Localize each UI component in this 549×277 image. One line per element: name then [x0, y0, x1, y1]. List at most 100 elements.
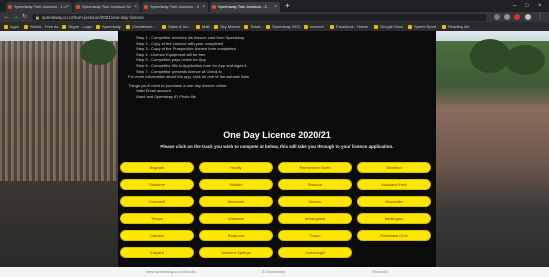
bookmark-icon	[408, 24, 412, 29]
extension-icon[interactable]	[494, 14, 500, 20]
reload-icon[interactable]: ↻	[22, 12, 27, 22]
track-button-huntly[interactable]: Huntly	[199, 162, 273, 173]
licence-panel: Step 1 - Competitor receives his licence…	[118, 31, 436, 267]
bookmark[interactable]: Apps	[4, 22, 19, 31]
browser-tab-active[interactable]: Speedway Tom Jackson - 2 ×	[210, 2, 280, 12]
bookmark[interactable]: Sched - Free Ac..	[24, 22, 61, 31]
track-button-ruapuna[interactable]: Ruapuna	[199, 230, 273, 241]
browser-tab-strip: Speedway Tom Jackson - 1:1 × Speedway To…	[0, 0, 549, 12]
page-content: Step 1 - Competitor receives his licence…	[0, 31, 549, 267]
extension-icon[interactable]	[504, 14, 510, 20]
track-button-oamaru[interactable]: Oamaru	[120, 230, 194, 241]
bookmark-icon	[96, 24, 100, 29]
bookmark[interactable]: Cheatsheet ...	[126, 22, 157, 31]
menu-icon[interactable]: ⋮	[537, 12, 543, 22]
tab-title: Speedway Tom Jackson - 2	[218, 4, 267, 9]
bookmark-icon	[330, 24, 334, 29]
tab-title: Speedway Tom Jackson - 1:1	[14, 4, 67, 9]
track-button-baypark[interactable]: Baypark	[120, 162, 194, 173]
background-photo-fence	[0, 181, 118, 267]
lock-icon: 🔒	[35, 14, 40, 20]
track-button-kihikihi[interactable]: Kihikihi	[199, 179, 273, 190]
background-tree	[80, 39, 116, 65]
show-all-link[interactable]: Show All	[372, 267, 387, 277]
bookmark[interactable]: Sky Motors	[214, 22, 240, 31]
maximize-icon[interactable]: □	[525, 0, 529, 12]
track-button-invercargill[interactable]: Invercargill	[278, 247, 352, 258]
track-button-whanganui[interactable]: Whanganui	[278, 213, 352, 224]
track-button-palmerston-north[interactable]: Palmerston North	[278, 162, 352, 173]
favicon-icon	[144, 5, 148, 9]
track-button-kaipara[interactable]: Kaipara	[120, 247, 194, 258]
bookmark[interactable]: Sales & Inv..	[162, 22, 190, 31]
bookmark[interactable]: Speedway	[96, 22, 121, 31]
new-tab-icon[interactable]: +	[285, 0, 290, 12]
instruction-text: Please click on the track you wish to co…	[160, 144, 394, 149]
track-button-rotorua[interactable]: Rotorua	[278, 179, 352, 190]
browser-toolbar: ← → ↻ 🔒 speedway.co.nz/tom-jackson/2021/…	[0, 12, 549, 22]
extension-icon[interactable]	[514, 14, 520, 20]
bookmark-icon	[196, 24, 200, 29]
requirement-item: Used and Speedway ID Photo file	[136, 93, 196, 99]
bookmark[interactable]: Skype - Login	[62, 22, 92, 31]
bookmark-icon	[244, 24, 248, 29]
bookmark[interactable]: Facebook - Home	[330, 22, 368, 31]
bookmark[interactable]: Internet	[304, 22, 324, 31]
track-button-cromwell[interactable]: Cromwell	[120, 196, 194, 207]
track-button-stratford[interactable]: Stratford	[357, 162, 431, 173]
bookmark[interactable]: Speedway 2021	[266, 22, 301, 31]
close-window-icon[interactable]: ×	[538, 0, 542, 12]
tab-title: Speedway Tom Jackson - S	[150, 4, 200, 9]
bookmark-icon	[374, 24, 378, 29]
track-button-meeanee[interactable]: Meeanee	[199, 196, 273, 207]
track-button-taupo[interactable]: Taupo	[278, 230, 352, 241]
bookmark[interactable]: Reading list	[442, 22, 469, 31]
bookmark-icon	[442, 24, 446, 29]
browser-tab[interactable]: Speedway Tom Jackson Sc ×	[74, 2, 140, 12]
bookmark-icon	[4, 24, 8, 29]
downloads-link[interactable]: 3 Downloads	[262, 267, 285, 277]
track-button-auckland-park[interactable]: Auckland Park	[357, 179, 431, 190]
track-button-woodville[interactable]: Woodville	[357, 196, 431, 207]
close-tab-icon[interactable]: ×	[66, 2, 69, 12]
browser-tab[interactable]: Speedway Tom Jackson - 1:1 ×	[6, 2, 72, 12]
track-button-gisborne[interactable]: Gisborne	[120, 179, 194, 190]
page-title: One Day Licence 2020/21	[223, 130, 331, 140]
address-bar[interactable]: 🔒 speedway.co.nz/tom-jackson/2021/one-da…	[32, 13, 487, 21]
browser-tab[interactable]: Speedway Tom Jackson - S ×	[142, 2, 208, 12]
track-button-nelson[interactable]: Nelson	[278, 196, 352, 207]
close-tab-icon[interactable]: ×	[134, 2, 137, 12]
bookmark-icon	[62, 24, 66, 29]
instructions-list: Step 1 - Competitor receives his licence…	[128, 35, 428, 100]
background-tree	[505, 45, 545, 75]
forward-icon[interactable]: →	[13, 12, 19, 22]
status-bar: www.speedway.co.nz/tracks 3 Downloads Sh…	[0, 267, 549, 277]
background-photo-crowd	[436, 41, 549, 267]
tab-title: Speedway Tom Jackson Sc	[82, 4, 131, 9]
track-button-rosebank-club[interactable]: Rosebank Club	[357, 230, 431, 241]
close-tab-icon[interactable]: ×	[202, 2, 205, 12]
bookmarks-bar: Apps Sched - Free Ac.. Skype - Login Spe…	[0, 22, 549, 31]
minimize-icon[interactable]: –	[513, 0, 516, 12]
track-button-wellington[interactable]: Wellington	[357, 213, 431, 224]
favicon-icon	[8, 5, 12, 9]
bookmark[interactable]: Ticket..	[244, 22, 263, 31]
profile-avatar-icon[interactable]	[525, 14, 531, 20]
background-tree	[470, 39, 510, 73]
address-url: speedway.co.nz/tom-jackson/2021/one-day-…	[42, 14, 144, 20]
back-icon[interactable]: ←	[4, 12, 10, 22]
track-button-grid: Baypark Huntly Palmerston North Stratfor…	[118, 162, 436, 262]
bookmark-icon	[266, 24, 270, 29]
favicon-icon	[76, 5, 80, 9]
close-tab-icon[interactable]: ×	[274, 2, 277, 12]
bookmark-icon	[214, 24, 218, 29]
bookmark-icon	[126, 24, 130, 29]
bookmark[interactable]: Google Docs	[374, 22, 403, 31]
status-url: www.speedway.co.nz/tracks	[146, 269, 196, 274]
bookmark[interactable]: Mail	[196, 22, 209, 31]
track-button-western-springs[interactable]: Western Springs	[199, 247, 273, 258]
track-button-timaru[interactable]: Timaru	[120, 213, 194, 224]
bookmark-icon	[24, 24, 28, 29]
track-button-waimate[interactable]: Waimate	[199, 213, 273, 224]
bookmark[interactable]: Speed Sport	[408, 22, 436, 31]
